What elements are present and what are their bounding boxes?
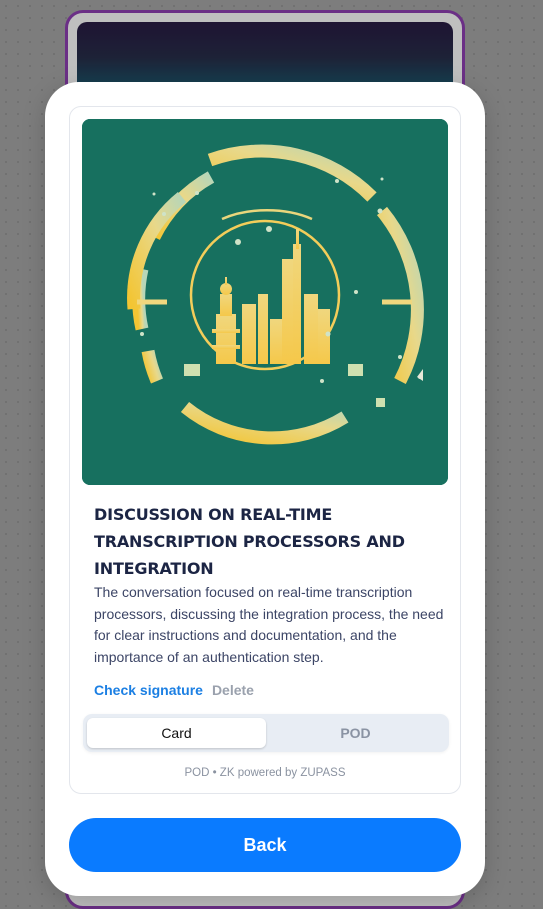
pod-actions: Check signature Delete bbox=[94, 682, 254, 698]
delete-link[interactable]: Delete bbox=[212, 682, 254, 698]
powered-by-footer: POD • ZK powered by ZUPASS bbox=[184, 767, 346, 779]
pod-modal: DISCUSSION ON REAL-TIME TRANSCRIPTION PR… bbox=[45, 82, 485, 896]
pod-image bbox=[82, 119, 448, 485]
toggle-card-option[interactable]: Card bbox=[87, 718, 266, 748]
pod-title: DISCUSSION ON REAL-TIME TRANSCRIPTION PR… bbox=[94, 505, 405, 578]
view-toggle: Card POD bbox=[83, 714, 449, 752]
pod-description: The conversation focused on real-time tr… bbox=[94, 584, 444, 665]
check-signature-link[interactable]: Check signature bbox=[94, 682, 203, 698]
pod-card: DISCUSSION ON REAL-TIME TRANSCRIPTION PR… bbox=[69, 106, 461, 794]
toggle-pod-option[interactable]: POD bbox=[266, 718, 445, 748]
back-button[interactable]: Back bbox=[69, 818, 461, 872]
